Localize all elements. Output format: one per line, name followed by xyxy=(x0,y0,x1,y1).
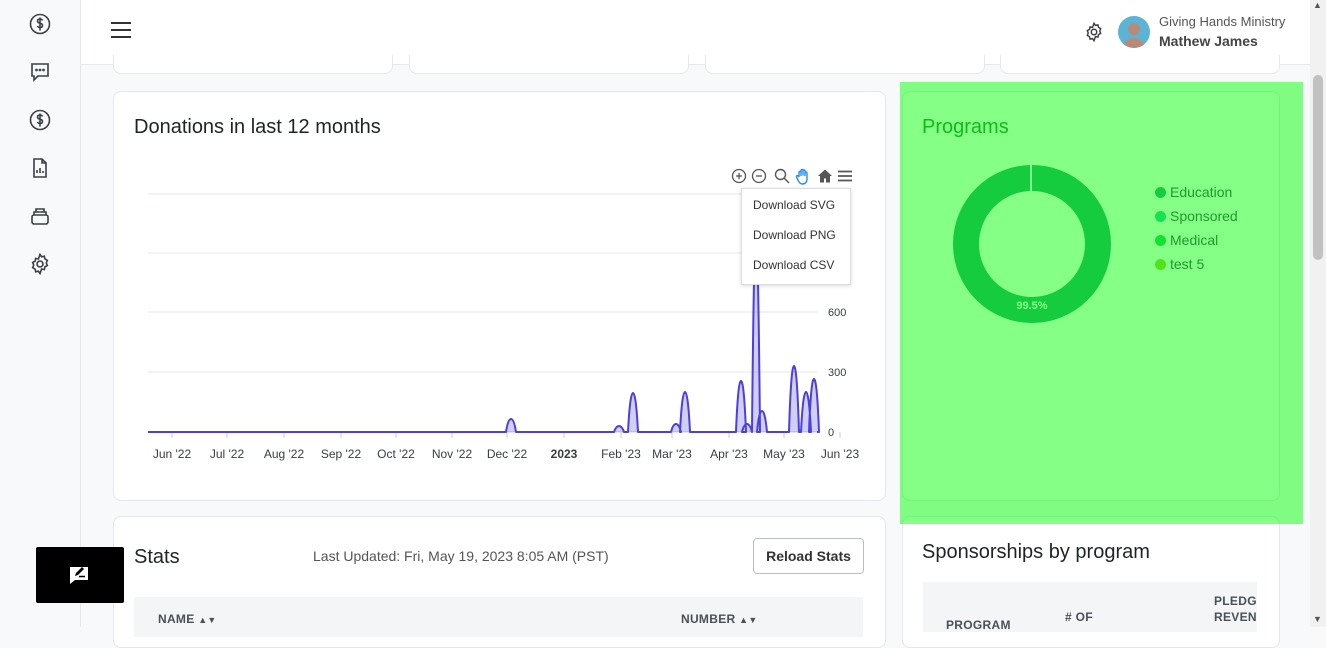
y-axis-tick-label: 600 xyxy=(828,307,846,319)
scroll-down-arrow[interactable]: ▼ xyxy=(1313,614,1322,624)
chat-icon[interactable] xyxy=(28,60,52,84)
x-axis-tick-label: Apr '23 xyxy=(710,447,748,461)
feedback-icon xyxy=(70,567,88,584)
download-csv-item[interactable]: Download CSV xyxy=(753,258,834,272)
dollar-circle-icon[interactable] xyxy=(28,108,52,132)
download-png-item[interactable]: Download PNG xyxy=(753,228,836,242)
last-updated-text: Last Updated: Fri, May 19, 2023 8:05 AM … xyxy=(313,548,609,564)
summary-card xyxy=(1000,55,1280,74)
programs-highlight-overlay xyxy=(900,82,1303,524)
stack-icon[interactable] xyxy=(28,204,52,228)
report-icon[interactable] xyxy=(28,156,52,180)
summary-card xyxy=(705,55,985,74)
column-header-program[interactable]: PROGRAM xyxy=(946,618,1011,632)
settings-gear-icon[interactable] xyxy=(1083,21,1105,43)
x-axis-tick-label: Feb '23 xyxy=(601,447,641,461)
donations-chart: Jun '22 Jul '22 Aug '22 Sep '22 Oct '22 Nov '… xyxy=(148,193,860,461)
x-axis-tick-label: Nov '22 xyxy=(432,447,473,461)
menu-toggle-icon[interactable] xyxy=(111,22,131,40)
summary-card xyxy=(113,55,393,74)
x-axis-tick-label: 2023 xyxy=(551,447,578,461)
column-header-count[interactable]: # OF xyxy=(1065,610,1093,624)
scrollbar-thumb[interactable] xyxy=(1313,75,1323,260)
user-name[interactable]: Mathew James xyxy=(1159,33,1258,49)
sidebar xyxy=(0,0,81,627)
column-header-pledged[interactable]: PLEDG xyxy=(1214,594,1257,608)
reload-stats-button[interactable]: Reload Stats xyxy=(753,538,864,574)
x-axis-tick-label: Sep '22 xyxy=(321,447,362,461)
stats-title: Stats xyxy=(134,546,180,568)
column-header-revenue[interactable]: REVEN xyxy=(1214,610,1257,624)
y-axis-tick-label: 300 xyxy=(828,367,846,379)
chart-export-menu: Download SVG Download PNG Download CSV xyxy=(741,188,851,285)
x-axis-tick-label: Aug '22 xyxy=(264,447,305,461)
x-axis-tick-label: May '23 xyxy=(763,447,805,461)
scroll-up-arrow[interactable]: ▲ xyxy=(1313,0,1322,10)
feedback-button[interactable] xyxy=(36,547,124,603)
x-axis-tick-label: Oct '22 xyxy=(377,447,415,461)
x-axis-tick-label: Jul '22 xyxy=(210,447,245,461)
avatar[interactable] xyxy=(1118,16,1150,48)
column-header-name[interactable]: NAME ▲▼ xyxy=(158,612,217,626)
donations-card: Donations in last 12 months Jun '22 Jul … xyxy=(113,91,886,501)
x-axis-tick-label: Mar '23 xyxy=(652,447,692,461)
x-axis-tick-label: Jun '23 xyxy=(821,447,860,461)
column-header-number[interactable]: NUMBER ▲▼ xyxy=(681,612,758,626)
download-svg-item[interactable]: Download SVG xyxy=(753,198,835,212)
x-axis-tick-label: Dec '22 xyxy=(487,447,528,461)
sponsorships-title: Sponsorships by program xyxy=(922,541,1150,563)
summary-card xyxy=(409,55,689,74)
donations-series-line xyxy=(148,231,820,433)
gear-icon[interactable] xyxy=(28,252,52,276)
organization-name: Giving Hands Ministry xyxy=(1159,14,1286,29)
x-axis-tick-label: Jun '22 xyxy=(153,447,192,461)
y-axis-tick-label: 0 xyxy=(828,427,834,439)
dollar-circle-icon[interactable] xyxy=(28,12,52,36)
